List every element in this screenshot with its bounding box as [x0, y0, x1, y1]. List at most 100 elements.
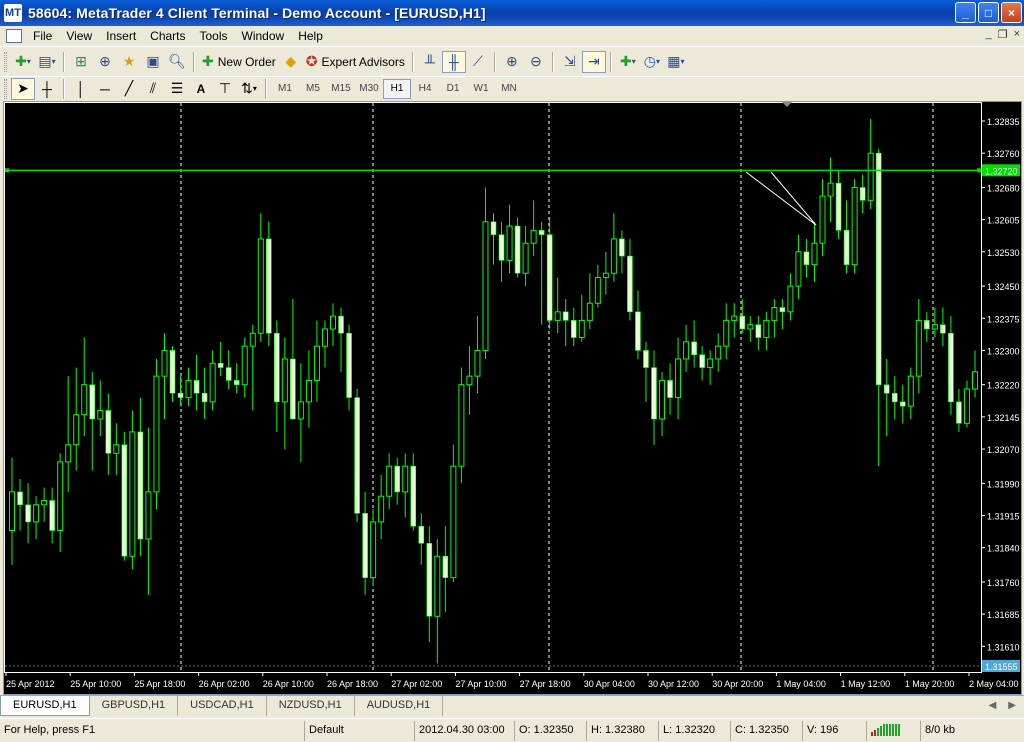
fibonacci-tool[interactable]: ☰ [165, 78, 189, 100]
zoom-in-button[interactable]: ⊕ [500, 51, 524, 73]
candle-body-bear [635, 311, 641, 351]
candle-body-bear [739, 315, 746, 330]
new-order-button[interactable]: ✚ New Order [199, 51, 279, 73]
candle-body-bear [418, 525, 425, 544]
metatrader-app-icon[interactable]: MT [4, 4, 22, 22]
close-button[interactable]: × [1001, 2, 1022, 23]
tab-scroll: ◀ ▶ [989, 700, 1016, 711]
y-tick-label: 1.32680 [987, 183, 1020, 193]
timeframe-m5[interactable]: M5 [299, 79, 327, 99]
data-window-button[interactable]: ⊕ [93, 51, 117, 73]
chart-window[interactable]: 1.32835 1.32760 1.32680 1.32605 1.32530 1.324… [3, 101, 1022, 695]
crosshair-tool[interactable]: ┼ [35, 78, 59, 100]
mdi-close-button[interactable]: × [1014, 28, 1020, 41]
timeframe-m30[interactable]: M30 [355, 79, 383, 99]
menu-view[interactable]: View [59, 29, 99, 43]
metaeditor-button[interactable]: ◆ [279, 51, 303, 73]
menu-window[interactable]: Window [235, 29, 292, 43]
drawing-toolbar: ➤ ┼ │ ─ ╱ ⫽ ☰ A ⊤ ⇅ ▾ M1 M5 M15 M30 H1 H4… [0, 76, 1024, 100]
expert-advisors-button[interactable]: ✪ Expert Advisors [303, 51, 408, 73]
timeframe-d1[interactable]: D1 [439, 79, 467, 99]
clock-icon: ◷ [643, 53, 656, 69]
plot-frame [4, 102, 982, 673]
indicators-button[interactable]: ✚ ▾ [616, 51, 640, 73]
timeframe-m15[interactable]: M15 [327, 79, 355, 99]
document-icon[interactable] [6, 29, 22, 43]
vertical-line-tool[interactable]: │ [69, 78, 93, 100]
menu-help[interactable]: Help [291, 29, 330, 43]
tab-nzdusd-h1[interactable]: NZDUSD,H1 [267, 696, 355, 716]
candle-body-bull [578, 319, 585, 339]
candle-body-bear [899, 401, 906, 407]
tab-audusd-h1[interactable]: AUDUSD,H1 [355, 696, 444, 716]
tab-prev-icon[interactable]: ◀ [989, 700, 997, 711]
profiles-button[interactable]: ▤ ▾ [35, 51, 59, 73]
chart-tabs: EURUSD,H1 GBPUSD,H1 USDCAD,H1 NZDUSD,H1 … [0, 695, 1024, 717]
candle-body-bear [562, 311, 569, 321]
timeframe-h4[interactable]: H4 [411, 79, 439, 99]
trendline-tool[interactable]: ╱ [117, 78, 141, 100]
menu-tools[interactable]: Tools [193, 29, 235, 43]
candle-body-bear [875, 152, 882, 386]
timeframe-m1[interactable]: M1 [271, 79, 299, 99]
text-tool[interactable]: A [189, 78, 213, 100]
connection-status-icon[interactable] [866, 720, 920, 741]
tab-eurusd-h1[interactable]: EURUSD,H1 [0, 696, 90, 716]
candlestick-button[interactable]: ╫ [441, 50, 466, 73]
status-high: H: 1.32380 [586, 720, 658, 741]
candlestick-chart[interactable]: 1.32835 1.32760 1.32680 1.32605 1.32530 1.324… [4, 102, 1021, 694]
timeframe-mn[interactable]: MN [495, 79, 523, 99]
mdi-minimize-button[interactable]: _ [986, 28, 992, 41]
candle-body-bear [843, 230, 850, 265]
candle-body-bull [715, 345, 722, 360]
tab-gbpusd-h1[interactable]: GBPUSD,H1 [90, 696, 179, 716]
menu-insert[interactable]: Insert [99, 29, 143, 43]
bar-chart-button[interactable]: ╨ [418, 51, 442, 73]
periods-button[interactable]: ◷ ▾ [640, 51, 664, 73]
candle-body-bull [386, 465, 393, 497]
toolbar-grip[interactable] [4, 78, 7, 99]
arrows-tool[interactable]: ⇅ ▾ [237, 78, 261, 100]
market-watch-button[interactable]: ⊞ [69, 51, 93, 73]
horizontal-line-tool[interactable]: ─ [93, 78, 117, 100]
candle-body-bull [915, 319, 922, 377]
terminal-button[interactable]: ▣ [141, 51, 165, 73]
toolbar-grip[interactable] [4, 51, 7, 72]
candle-body-bull [675, 358, 682, 399]
status-volume: V: 196 [802, 720, 866, 741]
timeframe-w1[interactable]: W1 [467, 79, 495, 99]
standard-toolbar: ✚ ▾ ▤ ▾ ⊞ ⊕ ★ ▣ 🔍︎ ✚ New Order ◆ ✪ Expert Ad… [0, 46, 1024, 76]
cursor-tool[interactable]: ➤ [11, 77, 35, 100]
x-tick-label: 2 May 04:00 [969, 679, 1019, 689]
candle-body-bull [402, 465, 409, 493]
candle-body-bull [731, 315, 738, 321]
minimize-button[interactable]: _ [955, 2, 976, 23]
line-chart-button[interactable]: ⟋ [466, 51, 490, 73]
timeframe-h1[interactable]: H1 [383, 78, 411, 99]
candle-body-bull [330, 315, 337, 330]
toolbar-separator [411, 51, 414, 72]
zoom-out-button[interactable]: ⊖ [524, 51, 548, 73]
candle-body-bull [257, 238, 264, 334]
menu-file[interactable]: File [26, 29, 59, 43]
bar-chart-icon: ╨ [424, 53, 435, 70]
maximize-button[interactable]: □ [978, 2, 999, 23]
new-chart-button[interactable]: ✚ ▾ [11, 51, 35, 73]
candle-body-bear [651, 367, 657, 420]
mdi-restore-button[interactable]: ❐ [998, 28, 1008, 41]
menu-charts[interactable]: Charts [143, 29, 192, 43]
candle-body-bull [145, 491, 152, 540]
tab-next-icon[interactable]: ▶ [1008, 700, 1016, 711]
auto-scroll-button[interactable]: ⇲ [558, 51, 582, 73]
text-label-tool[interactable]: ⊤ [213, 78, 237, 100]
chart-shift-button[interactable]: ⇥ [581, 50, 606, 73]
new-order-label: New Order [217, 54, 276, 69]
candle-body-bear [538, 230, 545, 235]
navigator-button[interactable]: ★ [117, 51, 141, 73]
templates-button[interactable]: ▦ ▾ [664, 51, 688, 73]
strategy-tester-button[interactable]: 🔍︎ [165, 51, 189, 73]
candle-body-bull [370, 521, 377, 579]
equidistant-channel-tool[interactable]: ⫽ [141, 78, 165, 100]
tab-usdcad-h1[interactable]: USDCAD,H1 [178, 696, 267, 716]
candle-body-bull [771, 307, 778, 321]
